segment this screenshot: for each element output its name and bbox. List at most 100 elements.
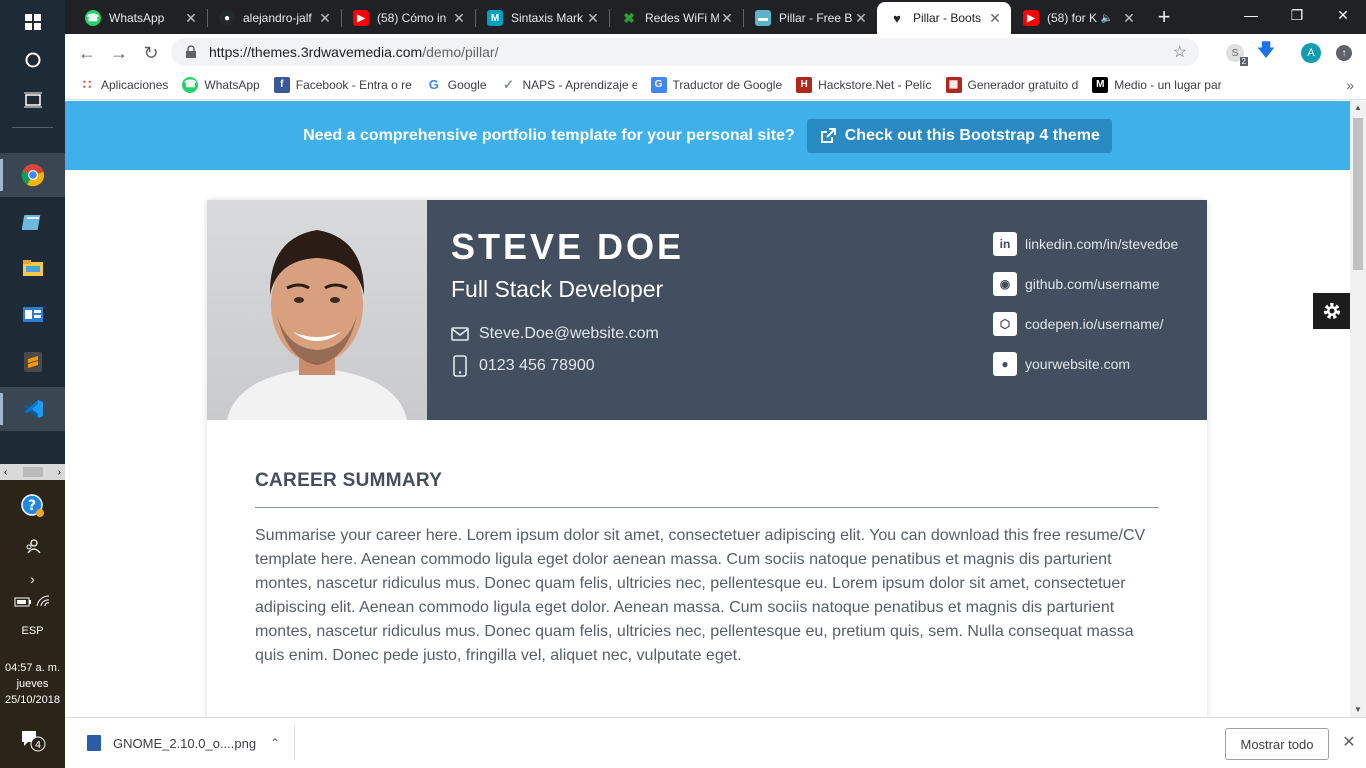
taskbar-notepad-app[interactable]	[0, 200, 65, 244]
google-icon: G	[428, 77, 439, 92]
cortana-circle-icon	[25, 52, 40, 68]
close-icon[interactable]: ✕	[853, 10, 869, 27]
chrome-update-button[interactable]: ↑	[1333, 42, 1355, 64]
bookmark-label: Generador gratuito d	[967, 77, 1079, 92]
action-center-button[interactable]: 4	[0, 728, 65, 755]
profile-button[interactable]: A	[1300, 42, 1322, 64]
arrow-right-icon: →	[110, 42, 128, 63]
tab-sintaxis-markdown[interactable]: M Sintaxis Mark ✕	[475, 2, 609, 34]
bookmark-google[interactable]: G Google	[426, 77, 487, 93]
globe-icon: ●	[993, 352, 1017, 376]
section-divider	[255, 507, 1159, 508]
bookmarks-bar: ∷ Aplicaciones ☎ WhatsApp f Facebook - Entr…	[65, 70, 1366, 100]
tab-github[interactable]: ● alejandro-jalf ✕	[207, 2, 341, 34]
bookmark-medium[interactable]: M Medio - un lugar par	[1092, 76, 1222, 93]
close-icon[interactable]: ✕	[451, 10, 467, 27]
forward-button[interactable]: →	[106, 40, 132, 66]
whatsapp-icon: ☎	[182, 76, 199, 93]
bookmark-aplicaciones[interactable]: ∷ Aplicaciones	[79, 77, 169, 93]
close-icon[interactable]: ✕	[987, 10, 1003, 27]
tab-title: (58) for K	[1047, 11, 1098, 25]
social-github[interactable]: ◉ github.com/username	[993, 272, 1160, 296]
social-label: linkedin.com/in/stevedoe	[1025, 236, 1179, 252]
taskbar-control-panel[interactable]	[0, 293, 65, 337]
task-view-button[interactable]	[0, 78, 65, 122]
download-item[interactable]: GNOME_2.10.0_o....png ⌃	[79, 726, 295, 760]
social-linkedin[interactable]: in linkedin.com/in/stevedoe	[993, 232, 1178, 256]
scroll-right-arrow-icon[interactable]: ›	[58, 467, 61, 478]
people-tray-button[interactable]	[0, 538, 65, 559]
close-icon[interactable]: ✕	[719, 10, 735, 27]
star-bookmark-icon[interactable]: ☆	[1173, 42, 1187, 62]
social-codepen[interactable]: ⬡ codepen.io/username/	[993, 312, 1164, 336]
language-indicator[interactable]: ESP	[0, 625, 65, 637]
email-link[interactable]: Steve.Doe@website.com	[451, 325, 659, 343]
close-icon[interactable]: ✕	[585, 10, 601, 27]
tab-pillar-bootstrap[interactable]: ♥ Pillar - Boots ✕	[877, 2, 1011, 34]
tab-title: WhatsApp	[109, 11, 165, 25]
scroll-down-arrow-icon[interactable]: ▼	[1350, 703, 1366, 717]
scrollbar-thumb[interactable]	[1353, 118, 1363, 270]
chevron-right-icon: ›	[30, 571, 35, 587]
speaker-icon[interactable]: 🔈	[1101, 13, 1113, 24]
close-icon[interactable]: ✕	[1121, 10, 1137, 27]
clock-date[interactable]: 25/10/2018	[0, 694, 65, 706]
settings-toggle-button[interactable]	[1313, 293, 1350, 329]
taskbar-scroll-strip[interactable]: ‹ ›	[0, 464, 65, 480]
tab-pillar-free[interactable]: ▬ Pillar - Free B ✕	[743, 2, 877, 34]
social-website[interactable]: ● yourwebsite.com	[993, 352, 1130, 376]
social-label: github.com/username	[1025, 276, 1160, 292]
bookmark-label: Traductor de Google	[672, 77, 783, 92]
promo-button[interactable]: Check out this Bootstrap 4 theme	[806, 118, 1112, 153]
extension-button[interactable]: S2	[1224, 42, 1248, 66]
close-icon[interactable]: ✕	[183, 10, 199, 27]
page-scrollbar[interactable]: ▲ ▼	[1350, 101, 1366, 717]
close-download-shelf-button[interactable]: ✕	[1339, 732, 1359, 752]
close-window-button[interactable]: ✕	[1320, 0, 1366, 30]
clock-time[interactable]: 04:57 a. m.	[0, 662, 65, 674]
show-hidden-icons-button[interactable]: ›	[0, 571, 65, 587]
tab-youtube-audio[interactable]: ▶ (58) for K 🔈 ✕	[1011, 2, 1145, 34]
chevron-up-icon[interactable]: ⌃	[270, 736, 280, 750]
wifi-icon	[36, 595, 50, 607]
taskbar-vscode[interactable]	[0, 387, 65, 431]
cortana-button[interactable]	[0, 38, 65, 82]
phone-link[interactable]: 0123 456 78900	[451, 355, 595, 377]
close-icon[interactable]: ✕	[317, 10, 333, 27]
new-tab-button[interactable]: +	[1152, 6, 1176, 30]
taskbar-chrome[interactable]	[0, 153, 65, 197]
bookmark-facebook[interactable]: f Facebook - Entra o re	[273, 76, 412, 93]
tab-whatsapp[interactable]: ☎ WhatsApp ✕	[73, 2, 207, 34]
bookmark-hackstore[interactable]: H Hackstore.Net - Pelíc	[796, 76, 932, 93]
bookmark-whatsapp[interactable]: ☎ WhatsApp	[182, 76, 260, 93]
github-icon: ●	[219, 10, 235, 26]
reload-button[interactable]: ↻	[138, 40, 164, 66]
scroll-left-arrow-icon[interactable]: ‹	[4, 467, 7, 478]
address-bar[interactable]: https://themes.3rdwavemedia.com/demo/pil…	[171, 38, 1199, 66]
close-icon: ✕	[1342, 734, 1356, 751]
show-all-downloads-button[interactable]: Mostrar todo	[1225, 728, 1329, 760]
restore-button[interactable]: ❐	[1274, 0, 1320, 30]
tab-redes-wifi[interactable]: ✖ Redes WiFi M ✕	[609, 2, 743, 34]
url-host: https://themes.3rdwavemedia.com	[209, 44, 423, 60]
promo-button-label: Check out this Bootstrap 4 theme	[844, 126, 1100, 144]
bookmark-label: Aplicaciones	[101, 77, 169, 92]
back-button[interactable]: ←	[74, 40, 100, 66]
more-bookmarks-chevron-icon[interactable]: »	[1346, 77, 1354, 93]
resume-card: STEVE DOE Full Stack Developer Steve.Doe…	[207, 200, 1207, 717]
battery-network-tray[interactable]	[0, 594, 65, 611]
download-button[interactable]: 🡇	[1255, 40, 1277, 64]
tab-youtube-como[interactable]: ▶ (58) Cómo in ✕	[341, 2, 475, 34]
bookmark-naps[interactable]: ✓ NAPS - Aprendizaje e	[501, 77, 636, 93]
clock-day[interactable]: jueves	[0, 678, 65, 690]
bookmark-generador[interactable]: ▦ Generador gratuito d	[945, 76, 1079, 93]
taskbar-scroll-thumb[interactable]	[22, 467, 43, 477]
minimize-button[interactable]: —	[1228, 0, 1274, 30]
taskbar-file-explorer[interactable]	[0, 246, 65, 290]
help-tray-button[interactable]: ?	[0, 494, 65, 521]
phone-text: 0123 456 78900	[479, 357, 595, 374]
bookmark-traductor[interactable]: G Traductor de Google	[650, 76, 783, 93]
taskbar-sublime-text[interactable]	[0, 340, 65, 384]
scroll-up-arrow-icon[interactable]: ▲	[1350, 101, 1366, 115]
career-summary-text: Summarise your career here. Lorem ipsum …	[255, 527, 1146, 664]
